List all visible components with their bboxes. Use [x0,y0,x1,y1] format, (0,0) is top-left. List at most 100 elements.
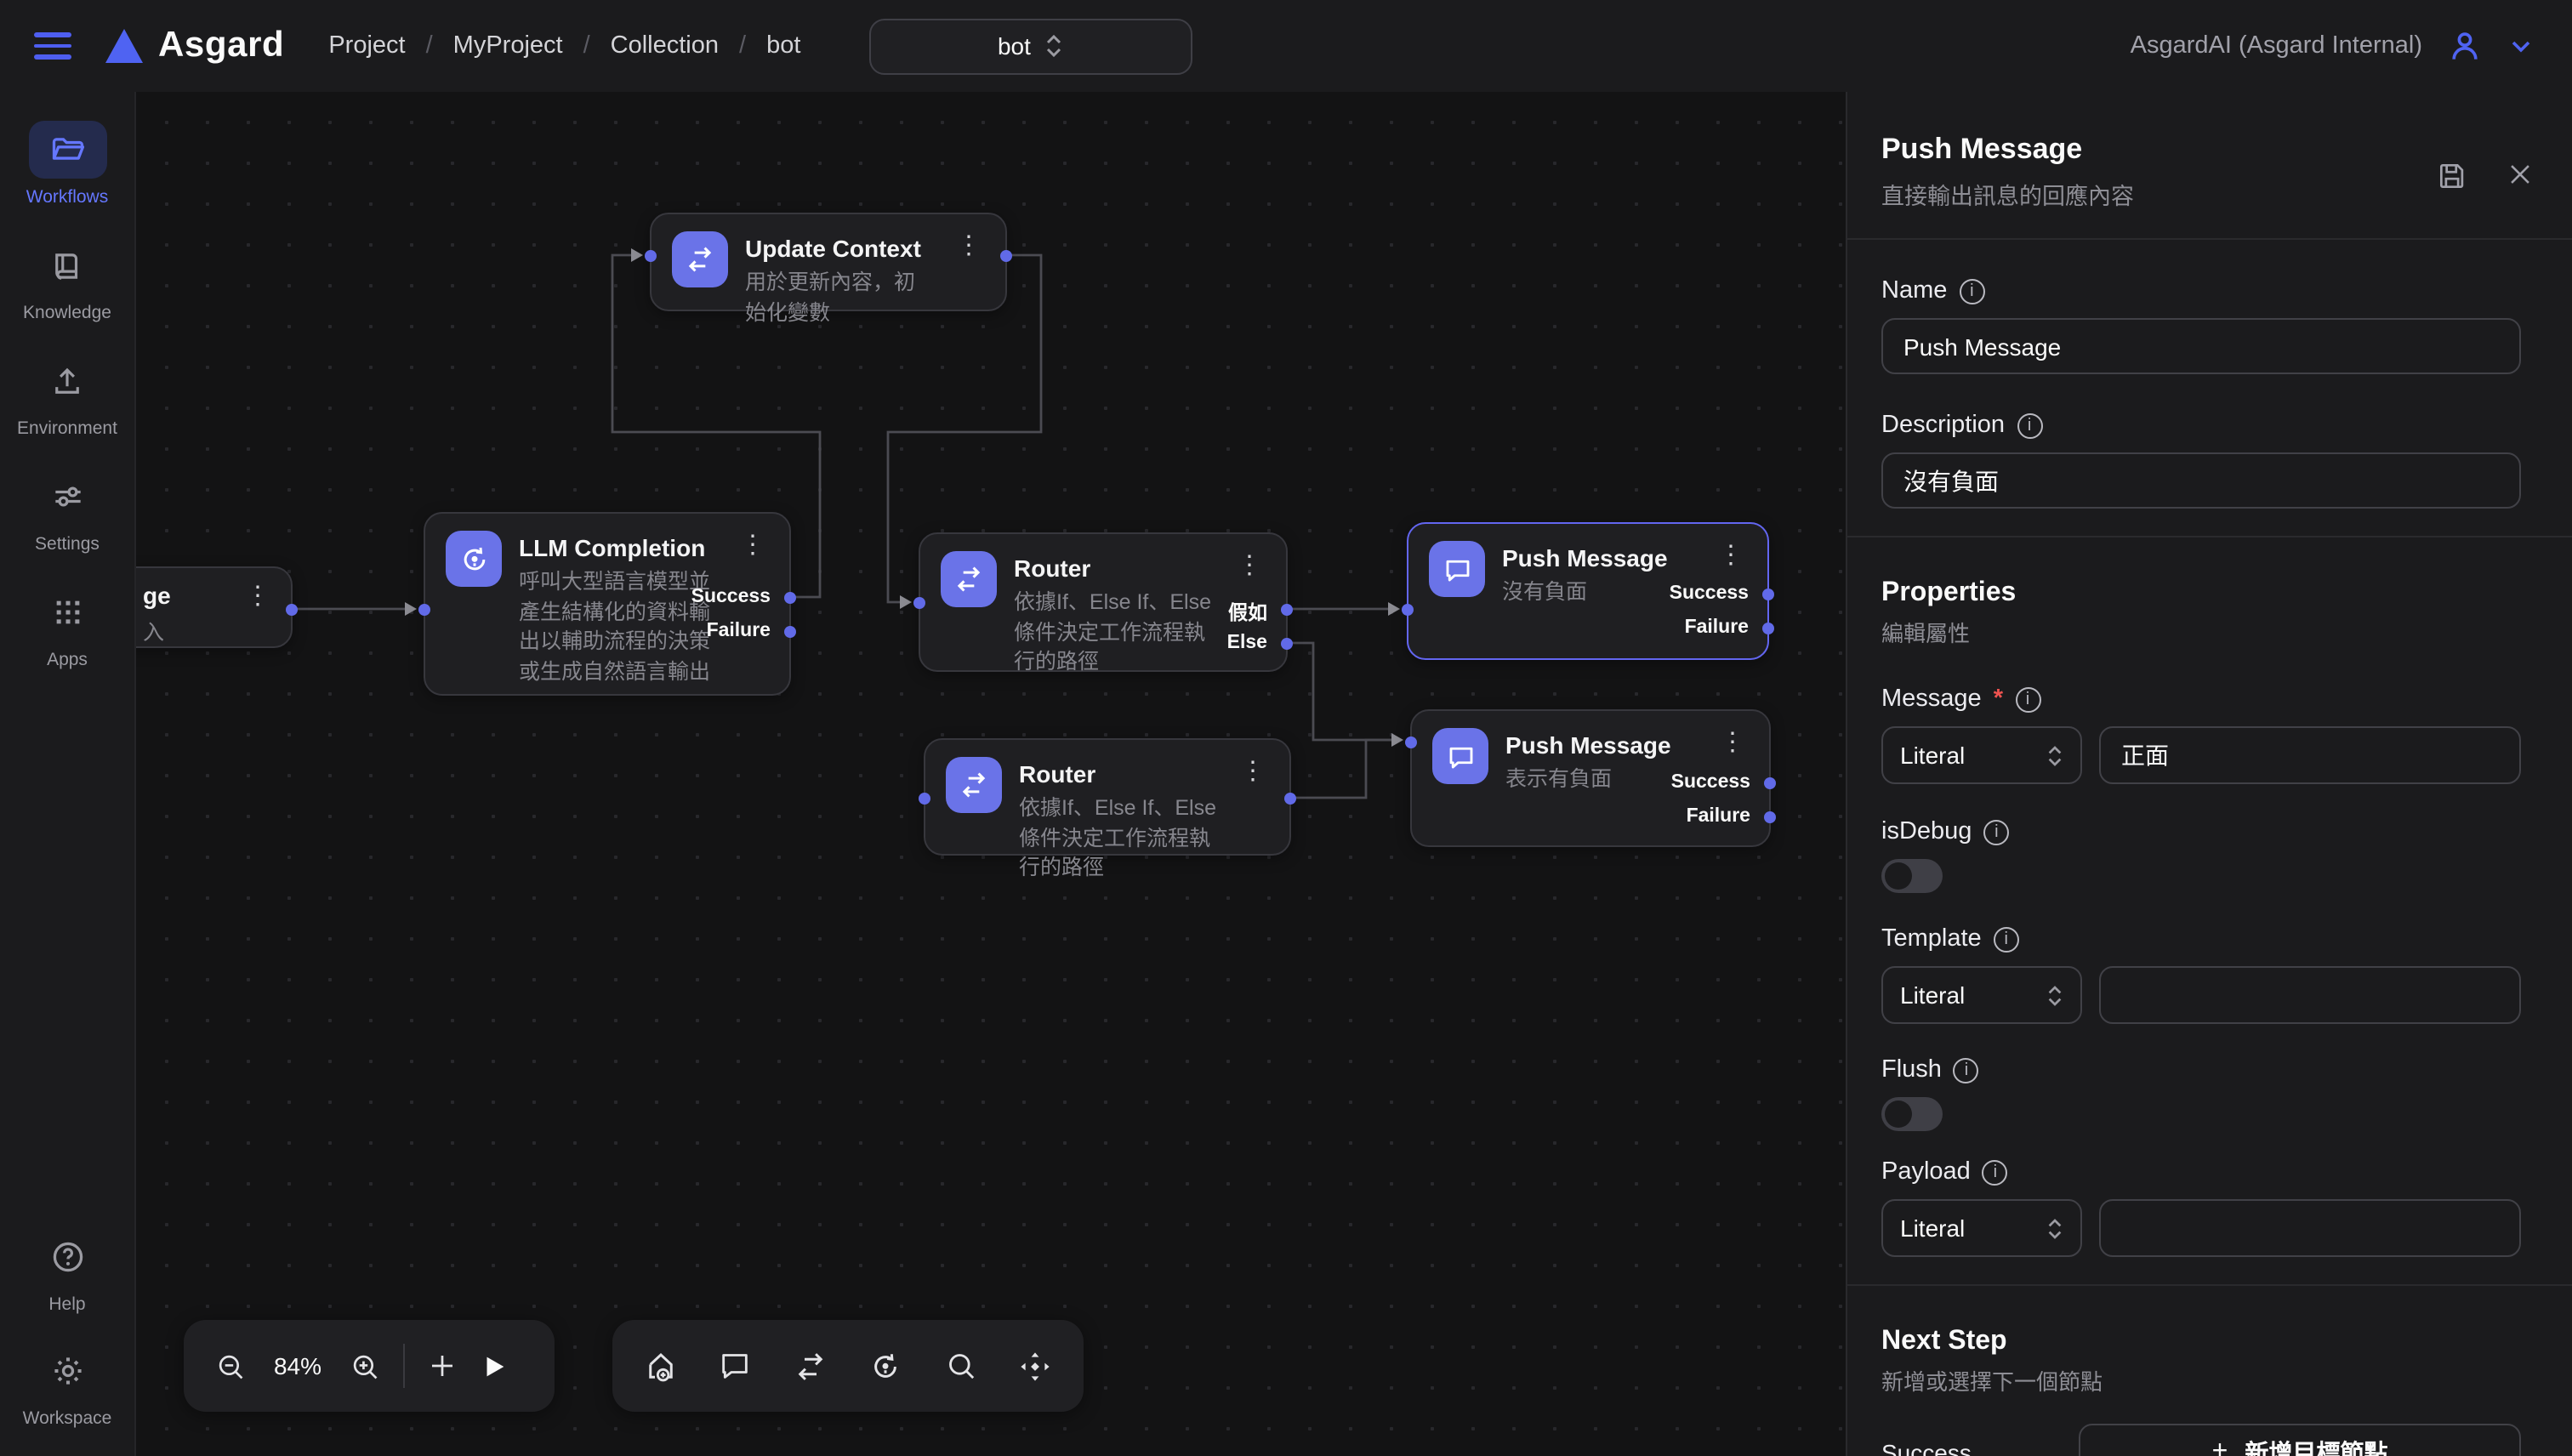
kebab-menu-icon[interactable]: ⋮ [1715,541,1747,572]
node-cut-off[interactable]: ge 入 ⋮ [136,566,293,648]
info-icon[interactable]: i [1954,1057,1979,1083]
payload-value-input[interactable] [2099,1199,2521,1257]
payload-type-select[interactable]: Literal [1881,1199,2082,1257]
breadcrumb-separator: / [583,32,590,60]
info-icon[interactable]: i [2015,686,2040,712]
sidebar-label: Apps [47,650,88,670]
kebab-menu-icon[interactable]: ⋮ [1716,728,1749,759]
run-play-icon[interactable] [480,1351,509,1380]
upload-icon [49,363,85,399]
node-router-2[interactable]: Router 依據If、Else If、Else條件決定工作流程執行的路徑 ⋮ [924,738,1291,856]
swap-arrows-icon[interactable] [793,1348,828,1384]
info-icon[interactable]: i [1983,819,2009,845]
chevron-down-icon[interactable] [2507,32,2535,60]
info-icon[interactable]: i [2017,412,2042,438]
left-sidebar: Workflows Knowledge Environment Settin [0,92,136,1456]
sidebar-item-settings[interactable]: Settings [6,468,128,555]
kebab-menu-icon[interactable]: ⋮ [1237,757,1269,788]
workflow-canvas[interactable]: ge 入 ⋮ Update Context 用於更新內容，初始化變數 ⋮ [136,92,1846,1456]
workflow-select[interactable]: bot [868,18,1192,74]
description-input[interactable]: 沒有負面 [1881,452,2521,509]
message-type-select[interactable]: Literal [1881,726,2082,784]
kebab-menu-icon[interactable]: ⋮ [1233,551,1266,582]
sidebar-label: Help [48,1294,85,1315]
input-port[interactable] [919,793,930,805]
node-update-context[interactable]: Update Context 用於更新內容，初始化變數 ⋮ [650,213,1007,311]
output-label-success: Success [1670,583,1749,604]
breadcrumb-project[interactable]: Project [328,32,405,60]
add-icon[interactable] [427,1351,458,1381]
chat-bubble-icon [1432,728,1488,784]
home-add-icon[interactable] [643,1348,679,1384]
zoom-in-icon[interactable] [349,1350,381,1382]
search-icon[interactable] [943,1349,977,1383]
template-type-select[interactable]: Literal [1881,966,2082,1024]
close-icon[interactable] [2506,160,2535,189]
input-port[interactable] [645,250,657,262]
properties-section-subtitle: 編輯屬性 [1881,616,2521,648]
node-llm-completion[interactable]: LLM Completion 呼叫大型語言模型並產生結構化的資料輸出以輔助流程的… [424,512,791,696]
node-router-1[interactable]: Router 依據If、Else If、Else條件決定工作流程執行的路徑 ⋮ … [919,532,1288,672]
input-port[interactable] [418,604,430,616]
output-port-success[interactable] [784,592,796,604]
chat-bubble-icon[interactable] [719,1349,753,1383]
output-port-failure[interactable] [1764,811,1776,823]
sidebar-item-apps[interactable]: Apps [6,583,128,670]
sidebar-label: Workflows [26,187,108,208]
input-port[interactable] [1405,737,1417,748]
info-icon[interactable]: i [1983,1159,2008,1185]
breadcrumb-separator: / [739,32,746,60]
info-icon[interactable]: i [1994,926,2019,952]
user-icon[interactable] [2446,27,2484,65]
message-value-input[interactable]: 正面 [2099,726,2521,784]
next-step-subtitle: 新增或選擇下一個節點 [1881,1364,2521,1396]
zoom-out-icon[interactable] [214,1350,247,1382]
kebab-menu-icon[interactable]: ⋮ [953,231,985,262]
output-port[interactable] [286,604,298,616]
message-type-value: Literal [1900,742,1965,769]
save-icon[interactable] [2436,160,2468,192]
info-icon[interactable]: i [1959,278,1984,304]
breadcrumb-myproject[interactable]: MyProject [453,32,563,60]
breadcrumb-collection[interactable]: Collection [611,32,719,60]
help-icon [48,1238,86,1276]
template-type-value: Literal [1900,981,1965,1009]
llm-bulb-icon[interactable] [868,1348,903,1384]
swap-arrows-icon [941,551,997,607]
sidebar-item-knowledge[interactable]: Knowledge [6,236,128,323]
isdebug-toggle[interactable] [1881,859,1943,893]
input-port[interactable] [1402,604,1414,616]
properties-section-title: Properties [1881,578,2521,609]
output-port-success[interactable] [1764,777,1776,789]
menu-icon[interactable] [34,32,71,60]
sidebar-label: Workspace [23,1408,112,1429]
kebab-menu-icon[interactable]: ⋮ [737,531,769,561]
input-port[interactable] [913,597,925,609]
sidebar-item-workspace[interactable]: Workspace [6,1342,128,1429]
node-push-message-1[interactable]: Push Message 沒有負面 ⋮ Success Failure [1407,522,1769,660]
output-port-failure[interactable] [784,626,796,638]
flush-toggle[interactable] [1881,1097,1943,1131]
node-title: Router [1014,551,1216,585]
workflow-select-value: bot [998,32,1031,60]
brand[interactable]: Asgard [105,26,284,66]
folder-icon [48,131,86,168]
node-title: Router [1019,757,1220,791]
sidebar-item-environment[interactable]: Environment [6,352,128,439]
name-input[interactable]: Push Message [1881,318,2521,374]
output-port[interactable] [1000,250,1012,262]
sidebar-item-workflows[interactable]: Workflows [6,121,128,208]
kebab-menu-icon[interactable]: ⋮ [242,582,274,612]
updown-chevron-icon [2046,744,2063,766]
output-port-if[interactable] [1281,604,1293,616]
node-push-message-2[interactable]: Push Message 表示有負面 ⋮ Success Failure [1410,709,1771,847]
breadcrumb-bot[interactable]: bot [766,32,800,60]
output-port-failure[interactable] [1762,623,1774,634]
template-value-input[interactable] [2099,966,2521,1024]
sidebar-item-help[interactable]: Help [6,1228,128,1315]
output-port-else[interactable] [1281,638,1293,650]
output-port-success[interactable] [1762,589,1774,600]
output-port[interactable] [1284,793,1296,805]
add-target-node-button-success[interactable]: + 新增目標節點 [2079,1424,2521,1456]
move-nodes-icon[interactable] [1017,1348,1053,1384]
